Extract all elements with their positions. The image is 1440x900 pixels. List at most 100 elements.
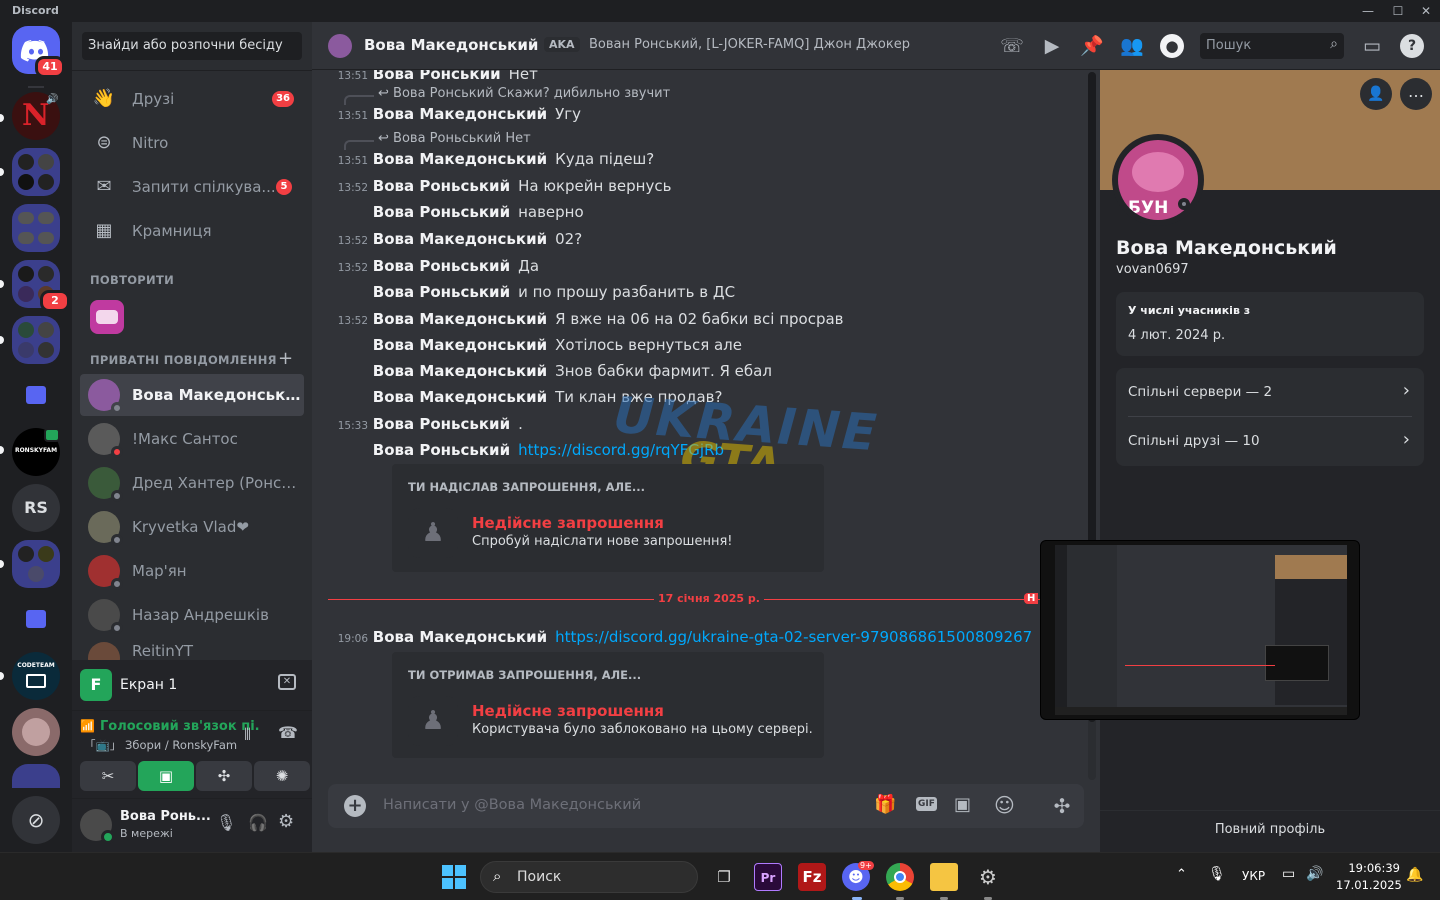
premiere-pro-icon[interactable]: Pr	[754, 863, 782, 891]
tray-chevron-up-icon[interactable]: ⌃	[1176, 867, 1187, 882]
dm-item[interactable]: Вова Македонський	[80, 374, 304, 416]
msg-author[interactable]: Вова Роньський	[373, 283, 510, 301]
message[interactable]: Вова Македонський Ти клан вже продав?	[312, 387, 1082, 409]
msg-author[interactable]: Вова Македонський	[373, 362, 547, 380]
message[interactable]: 13:51 Вова Македонський Угу	[312, 104, 1082, 126]
add-friend-profile-icon[interactable]: 👤	[1360, 78, 1392, 110]
more-options-icon[interactable]: …	[1400, 78, 1432, 110]
header-username[interactable]: Вова Македонський	[364, 36, 538, 54]
clock-date[interactable]: 17.01.2025	[1336, 878, 1402, 892]
noise-icon[interactable]: ⦀	[244, 725, 251, 745]
gif-icon[interactable]: GIF	[916, 797, 937, 811]
add-dm-icon[interactable]: +	[278, 348, 293, 369]
mutual-servers-row[interactable]: Спільні сервери — 2 ›	[1116, 368, 1424, 416]
folder-icon[interactable]	[12, 372, 60, 420]
stop-stream-icon[interactable]: ✕	[278, 674, 296, 690]
disconnect-icon[interactable]: ☎	[278, 723, 298, 742]
dm-search-input[interactable]: Знайди або розпочни бесіду	[82, 32, 302, 60]
close-button[interactable]: ✕	[1412, 2, 1440, 20]
nav-shop[interactable]: ▦ Крамниця	[80, 210, 304, 252]
msg-author[interactable]: Вова Роньський	[373, 257, 510, 275]
msg-author[interactable]: Вова Македонський	[373, 336, 547, 354]
task-view-icon[interactable]: ❐	[710, 863, 738, 891]
camera-off-button[interactable]: ✂	[80, 761, 136, 791]
server-folder-2[interactable]	[12, 204, 60, 252]
server-folder-1[interactable]	[12, 148, 60, 196]
windows-start-icon[interactable]	[440, 863, 468, 891]
voice-channel[interactable]: 「📺」 Збори / RonskyFam	[84, 737, 237, 753]
server-folder-6[interactable]	[12, 764, 60, 788]
message-composer[interactable]: + Написати у @Вова Македонський 🎁 GIF ▣ …	[328, 784, 1084, 828]
message[interactable]: Вова Роньський и по прошу разбанить в ДС	[312, 282, 1082, 304]
nav-message-requests[interactable]: ✉ Запити спілкува... 5	[80, 166, 304, 208]
mutual-friends-row[interactable]: Спільні друзі — 10 ›	[1116, 417, 1424, 465]
message[interactable]: 15:33 Вова Роньський.	[312, 414, 1082, 436]
microphone-icon[interactable]: 🎙	[216, 813, 236, 832]
inbox-icon[interactable]: ▭	[1360, 34, 1384, 58]
message[interactable]: Вова Македонський Хотілось вернуться але	[312, 335, 1082, 357]
header-search-input[interactable]: Пошук ⌕	[1200, 33, 1344, 59]
nav-nitro[interactable]: ⊜ Nitro	[80, 122, 304, 164]
msg-link[interactable]: https://discord.gg/ukraine-gta-02-server…	[555, 628, 1032, 646]
nav-friends[interactable]: 👋 Друзі 36	[80, 78, 304, 120]
msg-author[interactable]: Вова Роньський	[373, 177, 510, 195]
video-call-icon[interactable]: ▶	[1040, 34, 1064, 58]
file-explorer-icon[interactable]	[930, 863, 958, 891]
msg-author[interactable]: Вова Македонський	[373, 388, 547, 406]
folder-icon[interactable]	[12, 596, 60, 644]
dm-item[interactable]: Мар'ян	[80, 550, 304, 592]
msg-author[interactable]: Вова Роньський	[373, 415, 510, 433]
apps-icon[interactable]: ✣	[1040, 784, 1084, 828]
message[interactable]: Вова Македонський Знов бабки фармит. Я еб…	[312, 361, 1082, 383]
dm-item[interactable]: Дред Хантер (Ронськ...	[80, 462, 304, 504]
headphones-icon[interactable]: 🎧	[248, 813, 268, 832]
message[interactable]: 13:51 Вова Ронський Нет	[312, 70, 1082, 86]
sticker-icon[interactable]: ▣	[954, 794, 971, 815]
taskbar-search-input[interactable]: ⌕ Поиск	[480, 861, 698, 893]
full-profile-link[interactable]: Повний профіль	[1100, 822, 1440, 837]
message-reply[interactable]: ↩ Вова Роньський Нет	[344, 131, 531, 150]
soundboard-button[interactable]: ✺	[254, 761, 310, 791]
screen-share-preview[interactable]	[1040, 540, 1360, 720]
server-rs[interactable]: RS	[12, 484, 60, 532]
network-icon[interactable]: ▭	[1282, 866, 1295, 882]
gift-icon[interactable]: 🎁	[874, 794, 896, 815]
clock-time[interactable]: 19:06:39	[1336, 861, 1400, 875]
attach-plus-icon[interactable]: +	[344, 795, 366, 817]
dm-item[interactable]: ReitinYT	[80, 638, 304, 660]
message[interactable]: Вова Роньський наверно	[312, 202, 1082, 224]
minimize-button[interactable]: —	[1354, 2, 1382, 20]
language-indicator[interactable]: УКР	[1242, 869, 1265, 883]
message[interactable]: Вова Роньський https://discord.gg/rqYFGjR…	[312, 440, 1082, 462]
user-avatar[interactable]	[80, 809, 115, 844]
filezilla-icon[interactable]: Fz	[798, 863, 826, 891]
maximize-button[interactable]: ☐	[1384, 2, 1412, 20]
tray-microphone-icon[interactable]: 🎙	[1208, 866, 1226, 882]
activities-button[interactable]: ✣	[196, 761, 252, 791]
screen-share-button[interactable]: ▣	[138, 761, 194, 791]
dm-item[interactable]: !Макс Сантос	[80, 418, 304, 460]
msg-author[interactable]: Вова Македонський	[373, 310, 547, 328]
message[interactable]: 13:52 Вова Македонський 02?	[312, 229, 1082, 251]
msg-author[interactable]: Вова Роньський	[373, 441, 510, 459]
msg-link[interactable]: https://discord.gg/rqYFGjRb	[518, 441, 724, 459]
voice-call-icon[interactable]: ☏	[1000, 34, 1024, 58]
settings-taskbar-icon[interactable]: ⚙	[974, 863, 1002, 891]
msg-author[interactable]: Вова Македонський	[373, 105, 547, 123]
server-folder-4[interactable]	[12, 316, 60, 364]
repeat-app-icon[interactable]	[90, 300, 124, 334]
msg-author[interactable]: Вова Македонський	[373, 628, 547, 646]
volume-icon[interactable]: 🔊	[1306, 866, 1323, 882]
message-reply[interactable]: ↩ Вова Ронський Скажи? дибильно звучит	[343, 86, 670, 105]
chrome-icon[interactable]	[886, 863, 914, 891]
message[interactable]: 13:52 Вова Роньський Да	[312, 256, 1082, 278]
msg-author[interactable]: Вова Ронський	[373, 70, 501, 83]
notification-bell-icon[interactable]: 🔔	[1406, 867, 1423, 883]
dm-item[interactable]: Kryvetka Vlad❤	[80, 506, 304, 548]
server-rat[interactable]	[12, 708, 60, 756]
server-codeteam[interactable]: CODETEAM	[12, 652, 60, 700]
user-profile-icon[interactable]: ●	[1160, 34, 1184, 58]
message[interactable]: 13:51 Вова Македонський Куда підеш?	[312, 149, 1082, 171]
add-friend-icon[interactable]: 👥	[1120, 34, 1144, 58]
pin-icon[interactable]: 📌	[1080, 34, 1104, 58]
